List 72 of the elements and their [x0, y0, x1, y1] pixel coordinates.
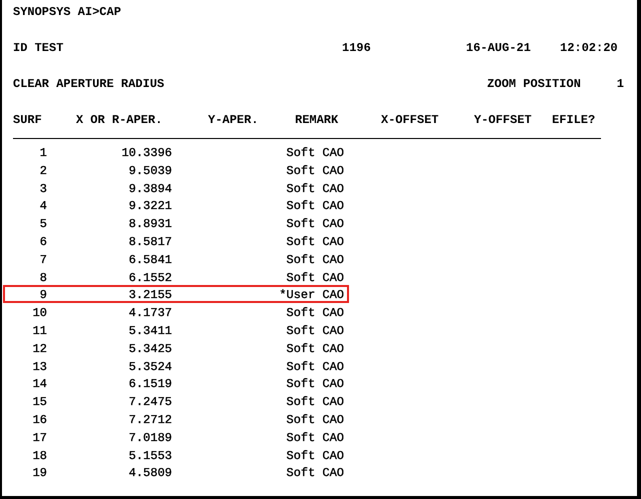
aperture-value: 8.5817: [128, 234, 172, 251]
column-header: X OR R-APER.: [76, 113, 164, 129]
aperture-value: 7.0189: [128, 430, 172, 447]
remark-text: Soft CAO: [285, 430, 344, 447]
surface-number: 3: [38, 180, 47, 198]
surface-number: 5: [38, 216, 47, 234]
surface-number: 16: [32, 412, 47, 429]
surface-number: 15: [32, 394, 47, 412]
section-title: CLEAR APERTURE RADIUS: [13, 77, 164, 93]
surface-number: 8: [38, 270, 47, 287]
aperture-value: 3.2155: [128, 287, 172, 304]
column-header: X-OFFSET: [381, 113, 440, 129]
aperture-value: 4.1737: [128, 305, 172, 322]
remark-text: Soft CAO: [285, 234, 344, 251]
command-prompt: SYNOPSYS AI>CAP: [13, 5, 122, 21]
surface-number: 14: [32, 376, 47, 394]
column-header: Y-OFFSET: [474, 113, 533, 129]
remark-text: Soft CAO: [285, 145, 344, 162]
remark-text: Soft CAO: [285, 376, 344, 394]
aperture-value: 5.3524: [128, 358, 172, 376]
surface-number: 12: [32, 340, 47, 358]
aperture-value: 7.2712: [128, 412, 172, 429]
aperture-value: 4.5809: [128, 465, 172, 482]
surface-number: 6: [38, 234, 47, 251]
aperture-value: 6.1552: [128, 270, 172, 287]
aperture-value: 9.3894: [128, 180, 172, 198]
surface-number: 9: [38, 287, 47, 304]
remark-text: Soft CAO: [285, 465, 344, 482]
report-number: 1196: [342, 41, 372, 57]
aperture-value: 5.3425: [128, 340, 172, 358]
remark-text: Soft CAO: [285, 412, 344, 429]
surface-number: 17: [32, 430, 47, 447]
column-header: REMARK: [295, 113, 340, 129]
remark-text: Soft CAO: [285, 322, 344, 340]
surface-number: 13: [32, 358, 47, 376]
surface-number: 4: [38, 198, 47, 216]
remark-text: Soft CAO: [285, 198, 344, 216]
remark-text: Soft CAO: [285, 340, 344, 358]
remark-text: Soft CAO: [285, 180, 344, 198]
remark-text: Soft CAO: [285, 252, 344, 269]
remark-text: Soft CAO: [285, 216, 344, 234]
surface-number: 7: [38, 252, 47, 269]
surface-number: 19: [32, 465, 47, 482]
aperture-value: 9.5039: [128, 162, 172, 180]
column-header: EFILE?: [552, 113, 596, 129]
remark-text: Soft CAO: [285, 270, 344, 287]
surface-number: 2: [38, 162, 47, 180]
aperture-value: 7.2475: [128, 394, 172, 412]
aperture-value: 8.8931: [128, 216, 172, 234]
report-date: 16-AUG-21: [466, 41, 532, 57]
surface-number: 10: [32, 305, 47, 322]
aperture-value: 5.1553: [128, 448, 172, 465]
aperture-value: 5.3411: [128, 322, 172, 340]
column-header: SURF: [13, 113, 43, 129]
remark-text: Soft CAO: [285, 448, 344, 465]
aperture-value: 10.3396: [120, 145, 172, 162]
aperture-value: 6.1519: [128, 376, 172, 394]
aperture-value: 6.5841: [128, 252, 172, 269]
report-title: ID TEST: [13, 41, 64, 57]
remark-text: Soft CAO: [285, 394, 344, 412]
surface-number: 11: [32, 322, 47, 340]
surface-number: 18: [32, 448, 47, 465]
aperture-value: 9.3221: [128, 198, 172, 216]
remark-text: Soft CAO: [285, 358, 344, 376]
remark-text: Soft CAO: [285, 162, 344, 180]
zoom-value: 1: [616, 77, 624, 93]
remark-text: *User CAO: [278, 287, 344, 304]
column-header: Y-APER.: [208, 113, 260, 129]
remark-text: Soft CAO: [285, 305, 344, 322]
surface-number: 1: [38, 145, 47, 162]
report-time: 12:02:20: [560, 41, 619, 57]
zoom-label: ZOOM POSITION: [487, 77, 581, 93]
